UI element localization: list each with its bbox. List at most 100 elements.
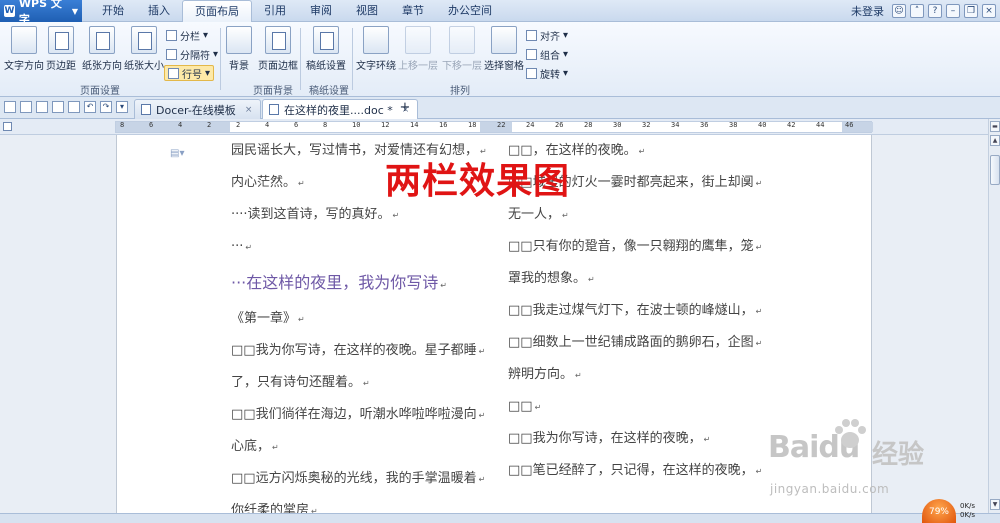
vertical-scrollbar[interactable]: ▬ ▲ ▼ (988, 119, 1000, 513)
menu-tab[interactable]: 视图 (344, 0, 390, 22)
breaks-button[interactable]: 分隔符 ▾ (166, 46, 218, 62)
print-icon[interactable] (52, 101, 64, 113)
app-menu-button[interactable]: W WPS 文字 ▼ (0, 0, 82, 26)
ruler-label: 40 (758, 121, 767, 129)
ruler-label: 18 (468, 121, 477, 129)
undo-icon[interactable]: ↶ (84, 101, 96, 113)
save-icon[interactable] (36, 101, 48, 113)
ribbon-separator (300, 28, 301, 90)
tab-stop-selector[interactable] (3, 122, 12, 131)
document-line: 《第一章》 ↵ (231, 303, 489, 335)
scrollbar-thumb[interactable] (990, 155, 1000, 185)
send-backward-button[interactable]: 下移一层 (442, 26, 482, 72)
line-text: 你纤柔的掌房 (231, 503, 310, 513)
line-text: □□我为你写诗，在这样的夜晚。星子都睡 (231, 343, 477, 358)
scroll-split-icon[interactable]: ▬ (990, 121, 1000, 132)
help-icon[interactable]: ? (928, 4, 942, 18)
menu-tab[interactable]: 办公空间 (436, 0, 504, 22)
selection-pane-button[interactable]: 选择窗格 (484, 26, 524, 72)
new-tab-button[interactable]: + (394, 100, 416, 117)
skin-icon[interactable]: ☺ (892, 4, 906, 18)
document-line: 心底， ↵ (231, 431, 489, 463)
close-tab-icon[interactable]: × (245, 105, 253, 115)
chevron-up-icon[interactable]: ˄ (910, 4, 924, 18)
rotate-icon (526, 67, 537, 79)
background-button[interactable]: 背景 (226, 26, 252, 72)
rotate-button[interactable]: 旋转 ▾ (526, 65, 568, 81)
menu-tab[interactable]: 开始 (90, 0, 136, 22)
menu-tab[interactable]: 引用 (252, 0, 298, 22)
page-border-button[interactable]: 页面边框 (258, 26, 298, 72)
paragraph-mark-icon: ↵ (478, 347, 486, 356)
paw-icon (835, 419, 866, 448)
align-button[interactable]: 对齐 ▾ (526, 27, 568, 43)
ruler-label: 14 (410, 121, 419, 129)
line-numbers-icon (168, 67, 179, 79)
ruler-label: 8 (120, 121, 125, 129)
paragraph-marker-icon[interactable]: ▤▾ (170, 148, 184, 159)
paragraph-mark-icon: ↵ (638, 147, 646, 156)
ruler-label: 32 (642, 121, 651, 129)
restore-icon[interactable]: ❐ (964, 4, 978, 18)
ribbon-separator (220, 28, 221, 90)
ruler-margin-left (116, 122, 230, 132)
ruler-label: 10 (352, 121, 361, 129)
menu-tab[interactable]: 章节 (390, 0, 436, 22)
document-line: □□我为你写诗，在这样的夜晚。星子都睡 ↵ (231, 335, 489, 367)
document-tab-bar: ↶ ↷ ▾ Docer-在线模板 × 在这样的夜里....doc * × + (0, 97, 1000, 119)
manuscript-settings-button[interactable]: 稿纸设置 (306, 26, 346, 72)
ruler-label: 44 (816, 121, 825, 129)
breaks-icon (166, 48, 177, 60)
open-folder-icon[interactable] (20, 101, 32, 113)
menu-tabs: 开始 插入 页面布局 引用 审阅 视图 章节 办公空间 (90, 0, 504, 23)
ruler-label: 2 (207, 121, 212, 129)
paragraph-mark-icon: ↵ (478, 475, 486, 484)
close-icon[interactable]: × (982, 4, 996, 18)
line-numbers-button[interactable]: 行号 ▾ (164, 65, 215, 81)
ruler-label: 28 (584, 121, 593, 129)
print-preview-icon[interactable] (68, 101, 80, 113)
menu-tab[interactable]: 审阅 (298, 0, 344, 22)
columns-button[interactable]: 分栏 ▾ (166, 27, 208, 43)
baidu-jingyan-watermark: Baidu 经验 jingyan.baidu.com (768, 412, 988, 502)
tab-docer-templates[interactable]: Docer-在线模板 × (134, 99, 262, 119)
ruler-label: 36 (700, 121, 709, 129)
login-status[interactable]: 未登录 (851, 3, 884, 19)
redo-icon[interactable]: ↷ (100, 101, 112, 113)
minimize-icon[interactable]: – (946, 4, 960, 18)
menu-tab[interactable]: 插入 (136, 0, 182, 22)
background-icon (226, 26, 252, 54)
customize-toolbar-icon[interactable]: ▾ (116, 101, 128, 113)
menu-tab[interactable]: 页面布局 (182, 0, 252, 23)
line-text: □□细数上一世纪铺成路面的鹅卵石，企图 (508, 335, 754, 350)
overlay-title: 两栏效果图 (385, 161, 571, 202)
new-document-icon[interactable] (4, 101, 16, 113)
paragraph-mark-icon: ↵ (440, 281, 447, 290)
scroll-up-icon[interactable]: ▲ (990, 135, 1000, 146)
group-icon (526, 48, 537, 60)
text-wrap-button[interactable]: 文字环绕 (356, 26, 396, 72)
margins-button[interactable]: 页边距 (46, 26, 76, 72)
columns-icon (166, 29, 177, 41)
bring-forward-icon (405, 26, 431, 54)
document-line: 罩我的想象。 ↵ (508, 263, 768, 295)
line-text: ····读到这首诗，写的真好。 (231, 207, 391, 222)
bring-forward-button[interactable]: 上移一层 (398, 26, 438, 72)
orientation-button[interactable]: 纸张方向 (82, 26, 122, 72)
line-text: □□远方闪烁奥秘的光线，我的手掌温暖着 (231, 471, 477, 486)
chevron-down-icon: ▾ (203, 29, 209, 41)
ruler-label: 6 (294, 121, 299, 129)
text-direction-button[interactable]: 文字方向 (4, 26, 44, 72)
paper-size-button[interactable]: 纸张大小 (124, 26, 164, 72)
line-text: □□我走过煤气灯下，在波士顿的峰燧山， (508, 303, 754, 318)
ruler-label: 22 (497, 121, 506, 129)
paragraph-mark-icon: ↵ (245, 243, 253, 252)
scroll-down-icon[interactable]: ▼ (990, 499, 1000, 510)
group-objects-button[interactable]: 组合 ▾ (526, 46, 568, 62)
line-text: 无一人， (508, 207, 561, 222)
menu-bar: W WPS 文字 ▼ 开始 插入 页面布局 引用 审阅 视图 章节 办公空间 未登录 ☺ ˄ … (0, 0, 1000, 26)
horizontal-ruler[interactable]: 8 6 4 2 2 4 6 8 10 12 14 16 18 22 24 26 28 30 32 34 36 38 40 42… (115, 121, 873, 133)
group-label-page-background: 页面背景 (253, 86, 293, 97)
watermark-url: jingyan.baidu.com (770, 482, 890, 496)
document-line: □□只有你的跫音，像一只翱翔的鹰隼，笼 ↵ (508, 231, 768, 263)
